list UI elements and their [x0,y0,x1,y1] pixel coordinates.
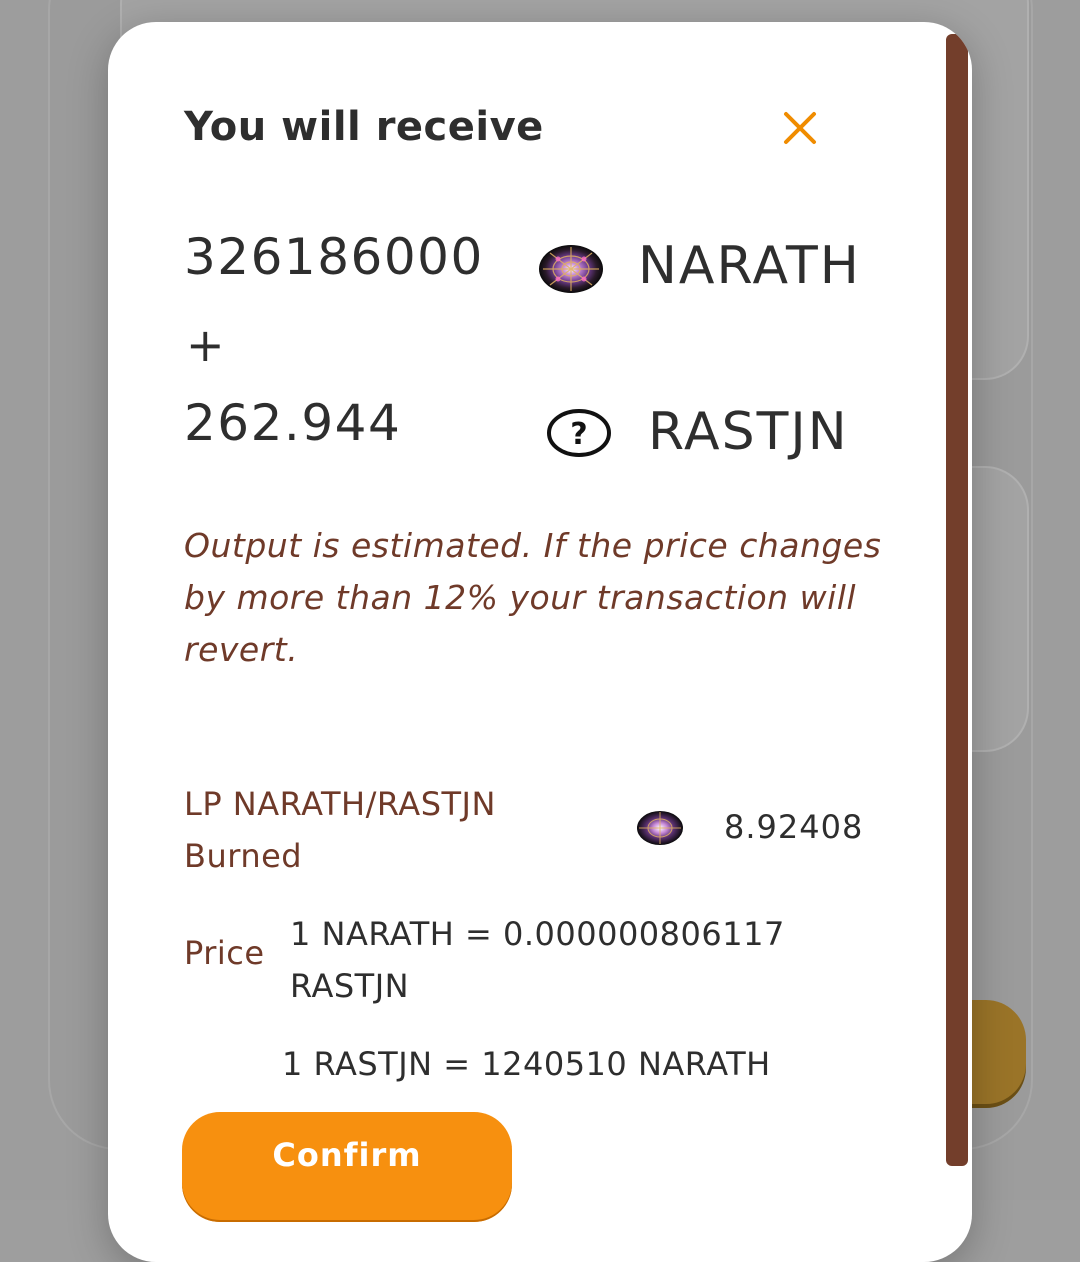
lp-burned-value: 8.92408 [724,808,864,846]
close-icon-graphic [784,112,816,144]
output-amount-rastjn: 262.944 [184,394,402,452]
price-inverse-rate: 1 RASTJN = 1240510 NARATH [282,1045,771,1083]
output-symbol-rastjn: RASTJN [648,402,849,462]
slippage-warning: Output is estimated. If the price change… [184,526,882,669]
lp-burned-label: LP NARATH/RASTJN Burned [184,785,496,875]
price-label: Price [184,934,265,972]
svg-text:?: ? [570,417,587,452]
plus-sign: + [186,318,225,372]
kaleidoscope-token-icon [636,810,684,846]
close-icon[interactable] [780,108,820,148]
receive-modal: You will receive 326186000 NARATH + 262.… [108,22,972,1262]
question-mark-token-icon: ? [546,408,612,458]
output-amount-narath: 326186000 [184,228,484,286]
confirm-button[interactable]: Confirm [182,1112,512,1222]
modal-scrollbar[interactable] [946,34,968,1166]
kaleidoscope-token-icon [538,244,604,294]
price-rate: 1 NARATH = 0.000000806117 RASTJN [290,915,785,1005]
output-symbol-narath: NARATH [638,236,861,296]
modal-title: You will receive [184,104,544,150]
